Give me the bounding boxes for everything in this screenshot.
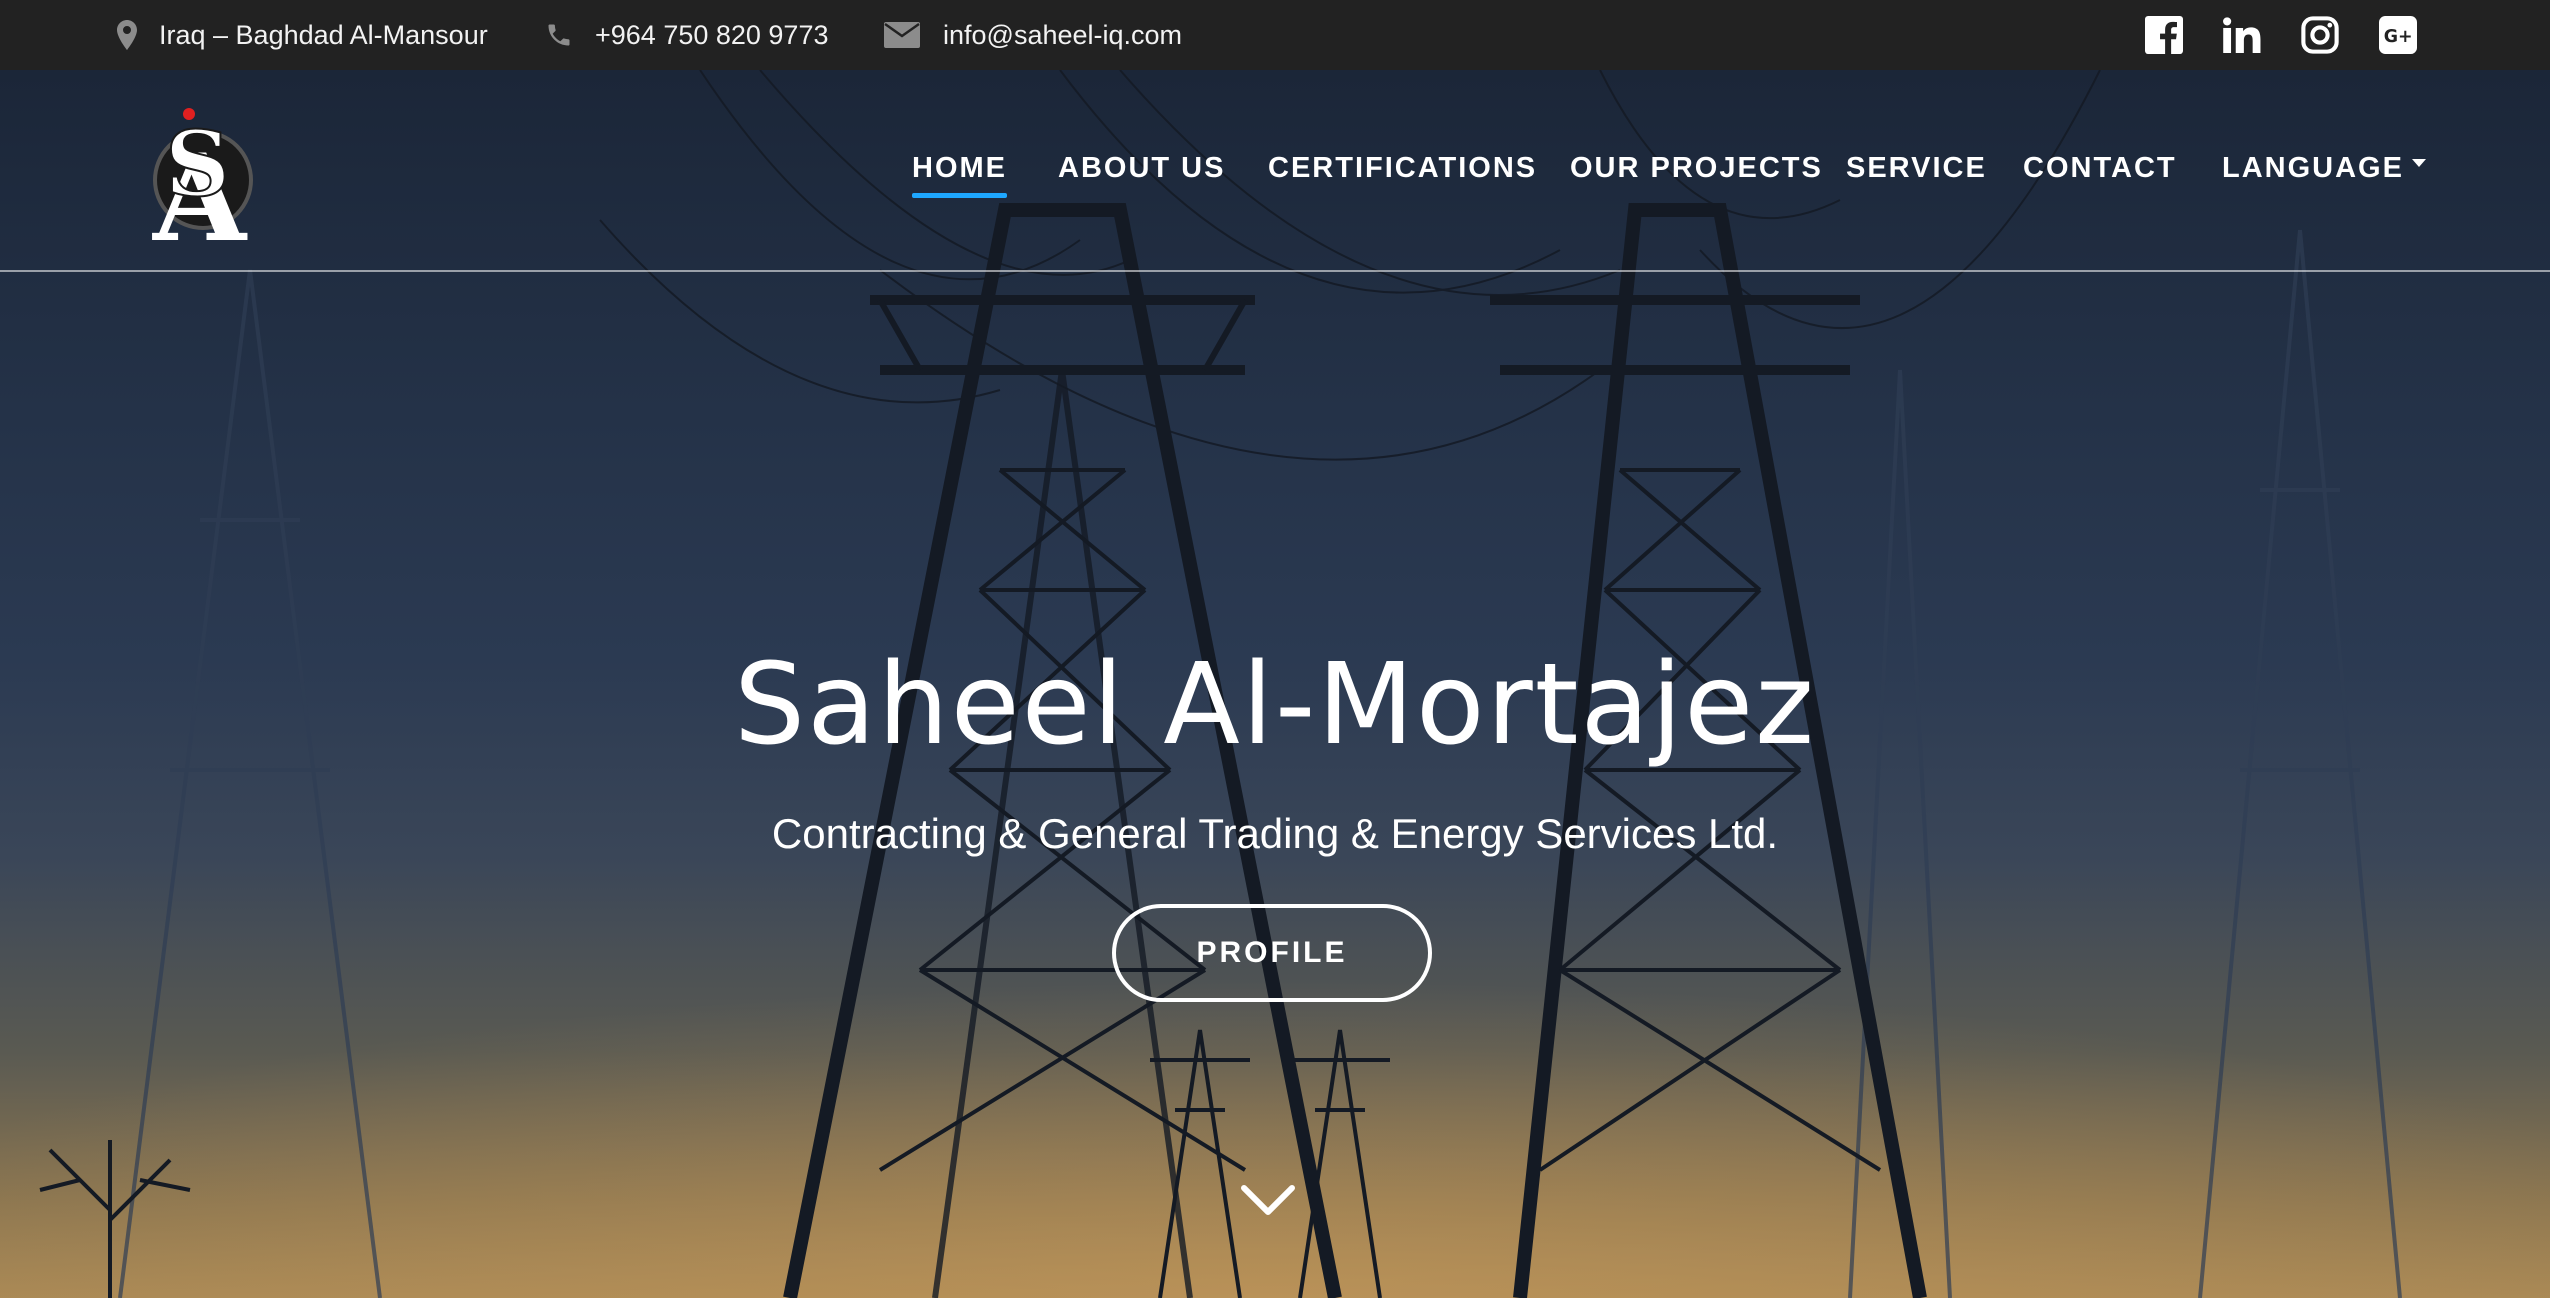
nav-service[interactable]: SERVICE <box>1846 148 1987 188</box>
profile-button[interactable]: PROFILE <box>1112 904 1432 1002</box>
nav-certifications[interactable]: CERTIFICATIONS <box>1268 148 1537 188</box>
svg-text:S: S <box>165 111 230 217</box>
instagram-icon[interactable] <box>2296 0 2344 70</box>
company-logo[interactable]: A S <box>145 100 265 269</box>
location-text: Iraq – Baghdad Al-Mansour <box>159 19 488 50</box>
svg-text:G+: G+ <box>2384 27 2413 47</box>
hero-title: Saheel Al-Mortajez <box>734 640 1816 770</box>
location-info: Iraq – Baghdad Al-Mansour <box>115 0 488 70</box>
caret-down-icon <box>2411 159 2426 168</box>
nav-language-dropdown[interactable]: LANGUAGE <box>2222 148 2426 188</box>
envelope-icon <box>883 22 921 48</box>
facebook-icon[interactable] <box>2140 0 2188 70</box>
google-plus-icon[interactable]: G+ <box>2374 0 2422 70</box>
phone-text[interactable]: +964 750 820 9773 <box>595 20 828 51</box>
map-pin-icon <box>115 20 139 50</box>
main-navbar: A S HOME ABOUT US CERTIFICATIONS OUR PRO… <box>0 70 2550 272</box>
nav-home[interactable]: HOME <box>912 148 1007 198</box>
email-info[interactable]: info@saheel-iq.com <box>883 0 1182 70</box>
linkedin-icon[interactable] <box>2218 0 2266 70</box>
phone-info[interactable]: +964 750 820 9773 <box>543 0 828 70</box>
nav-language-label: LANGUAGE <box>2222 152 2404 184</box>
top-contact-bar: Iraq – Baghdad Al-Mansour +964 750 820 9… <box>0 0 2550 70</box>
nav-about-us[interactable]: ABOUT US <box>1058 148 1225 188</box>
nav-our-projects[interactable]: OUR PROJECTS <box>1570 148 1823 188</box>
hero-subtitle: Contracting & General Trading & Energy S… <box>771 810 1779 857</box>
phone-icon <box>543 21 575 49</box>
chevron-down-icon[interactable] <box>1238 1180 1298 1220</box>
email-text[interactable]: info@saheel-iq.com <box>943 20 1182 51</box>
nav-contact[interactable]: CONTACT <box>2023 148 2177 188</box>
